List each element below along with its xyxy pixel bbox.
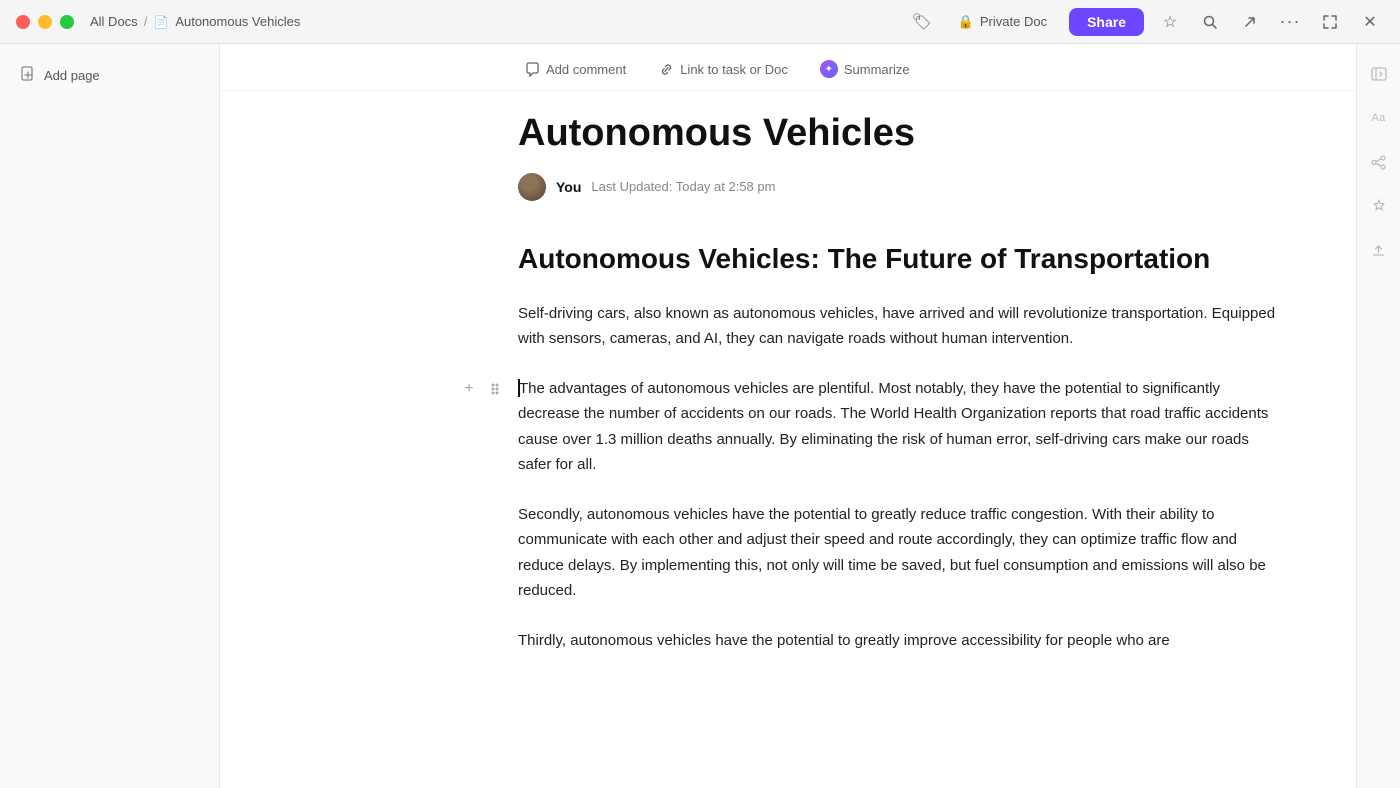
lock-icon: 🔒 xyxy=(958,14,974,30)
summarize-button[interactable]: ✦ Summarize xyxy=(814,56,916,82)
comment-icon xyxy=(524,61,540,77)
left-sidebar: Add page xyxy=(0,44,220,788)
doc-heading: Autonomous Vehicles: The Future of Trans… xyxy=(518,241,1276,277)
doc-area: Add comment Link to task or Doc ✦ Summar… xyxy=(220,44,1356,788)
current-doc-title: Autonomous Vehicles xyxy=(175,14,300,29)
font-size-icon[interactable]: Aa xyxy=(1365,104,1393,132)
tag-icon[interactable]: 🏷 xyxy=(908,8,936,36)
more-icon[interactable]: ··· xyxy=(1276,8,1304,36)
add-page-button[interactable]: Add page xyxy=(12,60,207,91)
link-icon xyxy=(658,61,674,77)
doc-meta: You Last Updated: Today at 2:58 pm xyxy=(518,173,1276,201)
close-icon[interactable]: ✕ xyxy=(1356,8,1384,36)
doc-icon: 📄 xyxy=(153,14,169,30)
doc-paragraph-1: Self-driving cars, also known as autonom… xyxy=(518,301,1276,352)
block-add-button[interactable]: + xyxy=(458,378,480,400)
export-icon[interactable] xyxy=(1236,8,1264,36)
upload-icon[interactable] xyxy=(1365,236,1393,264)
close-button[interactable] xyxy=(16,15,30,29)
add-comment-label: Add comment xyxy=(546,62,626,77)
summarize-icon: ✦ xyxy=(820,60,838,78)
breadcrumb: All Docs / 📄 Autonomous Vehicles xyxy=(90,14,908,30)
doc-content: Autonomous Vehicles You Last Updated: To… xyxy=(220,91,1356,737)
summarize-label: Summarize xyxy=(844,62,910,77)
doc-last-updated: Last Updated: Today at 2:58 pm xyxy=(591,179,775,194)
title-bar: All Docs / 📄 Autonomous Vehicles 🏷 🔒 Pri… xyxy=(0,0,1400,44)
doc-author: You xyxy=(556,179,581,195)
main-layout: Add page Add comment Link to ta xyxy=(0,44,1400,788)
title-bar-actions: 🏷 🔒 Private Doc Share ☆ ··· ✕ xyxy=(908,8,1384,36)
add-page-icon xyxy=(20,66,36,85)
breadcrumb-separator: / xyxy=(144,14,148,29)
add-page-label: Add page xyxy=(44,68,100,83)
right-sidebar: Aa xyxy=(1356,44,1400,788)
traffic-lights xyxy=(16,15,74,29)
private-doc-label: Private Doc xyxy=(980,14,1047,29)
minimize-button[interactable] xyxy=(38,15,52,29)
share-button[interactable]: Share xyxy=(1069,8,1144,36)
doc-title: Autonomous Vehicles xyxy=(518,111,1276,157)
collapse-left-icon[interactable] xyxy=(1365,60,1393,88)
block-drag-handle[interactable] xyxy=(484,378,506,400)
search-icon[interactable] xyxy=(1196,8,1224,36)
avatar xyxy=(518,173,546,201)
link-to-task-label: Link to task or Doc xyxy=(680,62,788,77)
link-to-task-button[interactable]: Link to task or Doc xyxy=(652,57,794,81)
maximize-button[interactable] xyxy=(60,15,74,29)
star-icon[interactable]: ☆ xyxy=(1156,8,1184,36)
right-share-icon[interactable] xyxy=(1365,148,1393,176)
all-docs-link[interactable]: All Docs xyxy=(90,14,138,29)
doc-paragraph-3: Secondly, autonomous vehicles have the p… xyxy=(518,502,1276,604)
ai-assist-icon[interactable] xyxy=(1365,192,1393,220)
doc-toolbar: Add comment Link to task or Doc ✦ Summar… xyxy=(220,44,1356,91)
add-comment-button[interactable]: Add comment xyxy=(518,57,632,81)
private-doc-button[interactable]: 🔒 Private Doc xyxy=(948,10,1057,34)
expand-icon[interactable] xyxy=(1316,8,1344,36)
doc-paragraph-4: Thirdly, autonomous vehicles have the po… xyxy=(518,628,1276,654)
doc-paragraph-2: + The advantages of autonomous vehicles … xyxy=(518,376,1276,478)
block-controls: + xyxy=(458,378,506,400)
